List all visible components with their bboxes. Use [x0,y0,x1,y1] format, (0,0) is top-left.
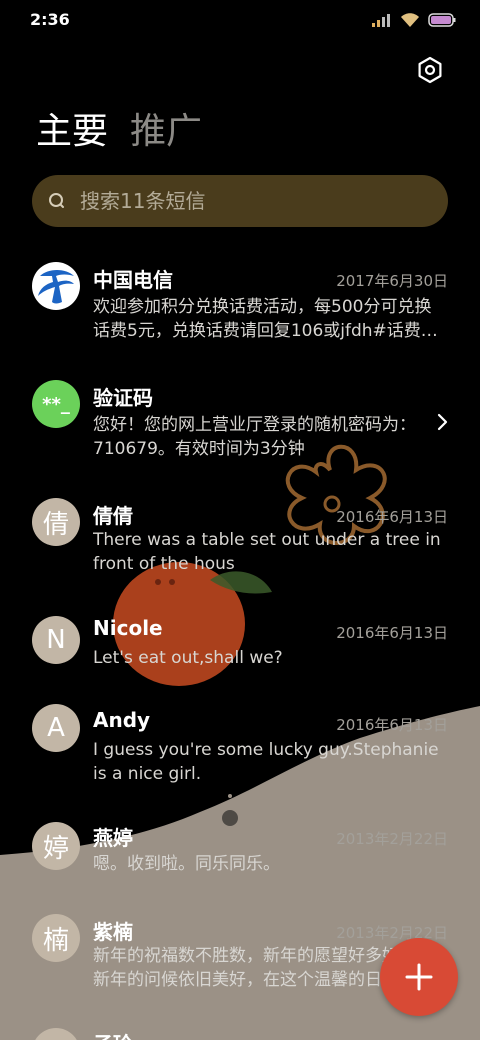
avatar: 楠 [32,914,80,962]
avatar: N [32,616,80,664]
avatar-text: 楠 [42,925,69,956]
search-input[interactable] [80,183,420,219]
conversation-item[interactable]: 倩 倩倩 2016年6月13日 There was a table set ou… [0,486,480,596]
contact-name: 验证码 [93,386,153,410]
conversation-item[interactable]: 婷 燕婷 2013年2月22日 嗯。收到啦。同乐同乐。 [0,820,480,900]
conversation-item[interactable]: N Nicole 2016年6月13日 Let's eat out,shall … [0,604,480,694]
message-date: 2013年2月22日 [336,830,448,848]
message-preview: I guess you're some lucky guy.Stephanie … [93,740,439,784]
message-date: 2016年6月13日 [336,624,448,642]
message-date: 2016年6月13日 [336,508,448,526]
avatar: 玲 [32,1028,80,1040]
signal-icon [372,14,390,27]
avatar-text: A [47,713,65,743]
search-icon [49,193,64,208]
message-preview: 嗯。收到啦。同乐同乐。 [93,854,280,874]
contact-name: 中国电信 [93,268,173,292]
status-icons [372,12,456,28]
status-bar: 2:36 [0,0,480,40]
avatar: 婷 [32,822,80,870]
search-bar[interactable] [32,175,448,227]
tab-promotions[interactable]: 推广 [130,108,202,156]
message-preview: 您好！您的网上营业厅登录的随机密码为：710679。有效时间为3分钟 [93,415,416,459]
wifi-icon [401,13,419,27]
avatar-text: 婷 [42,833,69,864]
message-preview: 欢迎参加积分兑换话费活动，每500分可兑换话费5元，兑换话费请回复106或jfd… [93,297,438,341]
china-telecom-logo-icon [33,263,79,309]
tab-bar: 主要 推广 [36,108,202,156]
message-date: 2016年6月13日 [336,716,448,734]
avatar-text: N [46,625,66,655]
conversation-item[interactable]: A Andy 2016年6月13日 I guess you're some lu… [0,698,480,808]
message-date: 2017年6月30日 [336,272,448,290]
avatar-text: 倩 [42,509,69,540]
settings-button[interactable] [416,56,444,84]
message-preview: Let's eat out,shall we? [93,648,283,668]
contact-name: 燕婷 [93,826,133,850]
status-time: 2:36 [30,10,70,29]
conversation-item[interactable]: **_ 验证码 您好！您的网上营业厅登录的随机密码为：710679。有效时间为3… [0,368,480,478]
contact-name: 子玲 [93,1028,133,1040]
avatar-text: **_ [42,393,70,415]
contact-name: 倩倩 [93,504,133,528]
conversation-item[interactable]: 玲 子玲 [0,1028,480,1040]
chevron-right-icon[interactable] [436,412,450,432]
contact-name: Nicole [93,616,163,640]
avatar [32,262,80,310]
settings-icon [418,56,442,84]
tab-main[interactable]: 主要 [36,108,108,156]
avatar: **_ [32,380,80,428]
conversation-item[interactable]: 中国电信 2017年6月30日 欢迎参加积分兑换话费活动，每500分可兑换话费5… [0,250,480,360]
message-preview: There was a table set out under a tree i… [93,530,441,574]
avatar: A [32,704,80,752]
battery-icon [428,13,456,27]
avatar: 倩 [32,498,80,546]
plus-icon [405,963,433,991]
avatar-text: 玲 [43,1034,69,1040]
new-message-button[interactable] [380,938,458,1016]
contact-name: Andy [93,708,151,732]
contact-name: 紫楠 [93,920,133,944]
